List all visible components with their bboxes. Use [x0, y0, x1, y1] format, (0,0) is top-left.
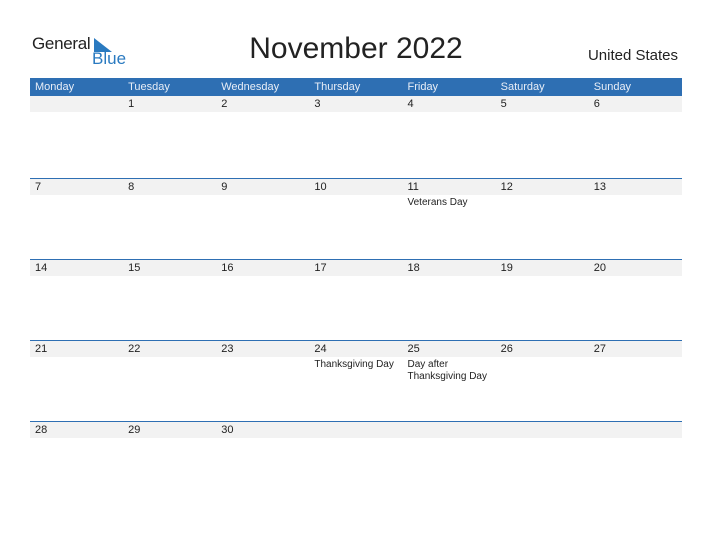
holiday-label	[589, 438, 682, 440]
holiday-label	[123, 195, 216, 209]
date-strip: 1 2 3 4 5 6	[30, 96, 682, 112]
day-number: 17	[314, 262, 327, 274]
holiday-label	[589, 276, 682, 278]
day-number: 10	[314, 181, 327, 193]
day-number: 15	[128, 262, 141, 274]
weekday-monday: Monday	[35, 81, 75, 93]
day-number: 27	[593, 343, 606, 355]
date-strip: 7 8 9 10 11 12 13	[30, 179, 682, 195]
day-number	[589, 422, 682, 438]
events-row: Veterans Day	[30, 195, 682, 209]
holiday-label	[123, 357, 216, 383]
holiday-label	[30, 357, 123, 383]
weekday-thursday: Thursday	[314, 81, 361, 93]
holiday-label	[309, 195, 402, 209]
week-row: 28 29 30	[30, 421, 682, 503]
holiday-label	[496, 276, 589, 278]
holiday-label	[216, 438, 309, 440]
holiday-label	[589, 195, 682, 209]
day-number: 14	[35, 262, 48, 274]
holiday-label	[216, 112, 309, 114]
day-number: 1	[128, 98, 135, 110]
day-number: 11	[407, 181, 419, 193]
day-number: 4	[407, 98, 414, 110]
week-row: 14 15 16 17 18 19 20	[30, 259, 682, 341]
events-row: Thanksgiving Day Day after Thanksgiving D…	[30, 357, 682, 383]
weekday-tuesday: Tuesday	[128, 81, 170, 93]
holiday-label	[309, 112, 402, 114]
day-number	[30, 96, 123, 112]
day-number: 25	[407, 343, 420, 355]
country-label: United States	[587, 47, 678, 64]
holiday-label	[30, 438, 123, 440]
holiday-label	[403, 438, 496, 440]
day-number: 19	[500, 262, 513, 274]
holiday-label	[589, 357, 682, 383]
holiday-label	[589, 112, 682, 114]
holiday-label	[30, 276, 123, 278]
day-number: 20	[593, 262, 606, 274]
week-row: 21 22 23 24 25 26 27 Thanksgiving Day Day after …	[30, 340, 682, 422]
holiday-label	[123, 276, 216, 278]
weekday-friday: Friday	[407, 81, 439, 93]
holiday-label	[123, 112, 216, 114]
day-number: 29	[128, 424, 141, 436]
holiday-label	[216, 276, 309, 278]
day-number	[403, 422, 496, 438]
week-row: 7 8 9 10 11 12 13 Veterans Day	[30, 178, 682, 260]
day-number: 30	[221, 424, 234, 436]
day-number: 18	[407, 262, 420, 274]
holiday-label: Day after Thanksgiving Day	[407, 359, 487, 382]
day-number: 9	[221, 181, 228, 193]
holiday-label	[309, 276, 402, 278]
holiday-label	[30, 112, 123, 114]
day-number	[309, 422, 402, 438]
day-number: 26	[500, 343, 513, 355]
day-number: 3	[314, 98, 321, 110]
events-row	[30, 276, 682, 278]
day-number: 8	[128, 181, 135, 193]
day-number: 21	[35, 343, 48, 355]
day-number: 12	[500, 181, 513, 193]
date-strip: 28 29 30	[30, 422, 682, 438]
day-number: 6	[593, 98, 600, 110]
day-number: 7	[35, 181, 42, 193]
holiday-label	[309, 438, 402, 440]
events-row	[30, 438, 682, 440]
calendar-grid: Monday Tuesday Wednesday Thursday Friday…	[30, 78, 682, 438]
holiday-label	[496, 195, 589, 209]
date-strip: 21 22 23 24 25 26 27	[30, 341, 682, 357]
day-number: 24	[314, 343, 327, 355]
date-strip: 14 15 16 17 18 19 20	[30, 260, 682, 276]
holiday-label	[403, 276, 496, 278]
holiday-label	[496, 438, 589, 440]
holiday-label	[496, 112, 589, 114]
day-number: 28	[35, 424, 48, 436]
day-number: 23	[221, 343, 234, 355]
holiday-label	[496, 357, 589, 383]
holiday-label: Veterans Day	[407, 197, 468, 208]
weekday-sunday: Sunday	[593, 81, 632, 93]
week-row: 1 2 3 4 5 6	[30, 96, 682, 177]
day-number: 5	[500, 98, 507, 110]
weekday-saturday: Saturday	[500, 81, 545, 93]
day-number: 2	[221, 98, 228, 110]
day-number: 22	[128, 343, 141, 355]
day-number: 13	[593, 181, 606, 193]
day-number: 16	[221, 262, 234, 274]
holiday-label	[216, 195, 309, 209]
holiday-label	[403, 112, 496, 114]
weekday-header: Monday Tuesday Wednesday Thursday Friday…	[30, 78, 682, 96]
weekday-wednesday: Wednesday	[221, 81, 280, 93]
holiday-label	[216, 357, 309, 383]
holiday-label	[30, 195, 123, 209]
day-number	[496, 422, 589, 438]
holiday-label: Thanksgiving Day	[314, 359, 394, 370]
holiday-label	[123, 438, 216, 440]
events-row	[30, 112, 682, 114]
